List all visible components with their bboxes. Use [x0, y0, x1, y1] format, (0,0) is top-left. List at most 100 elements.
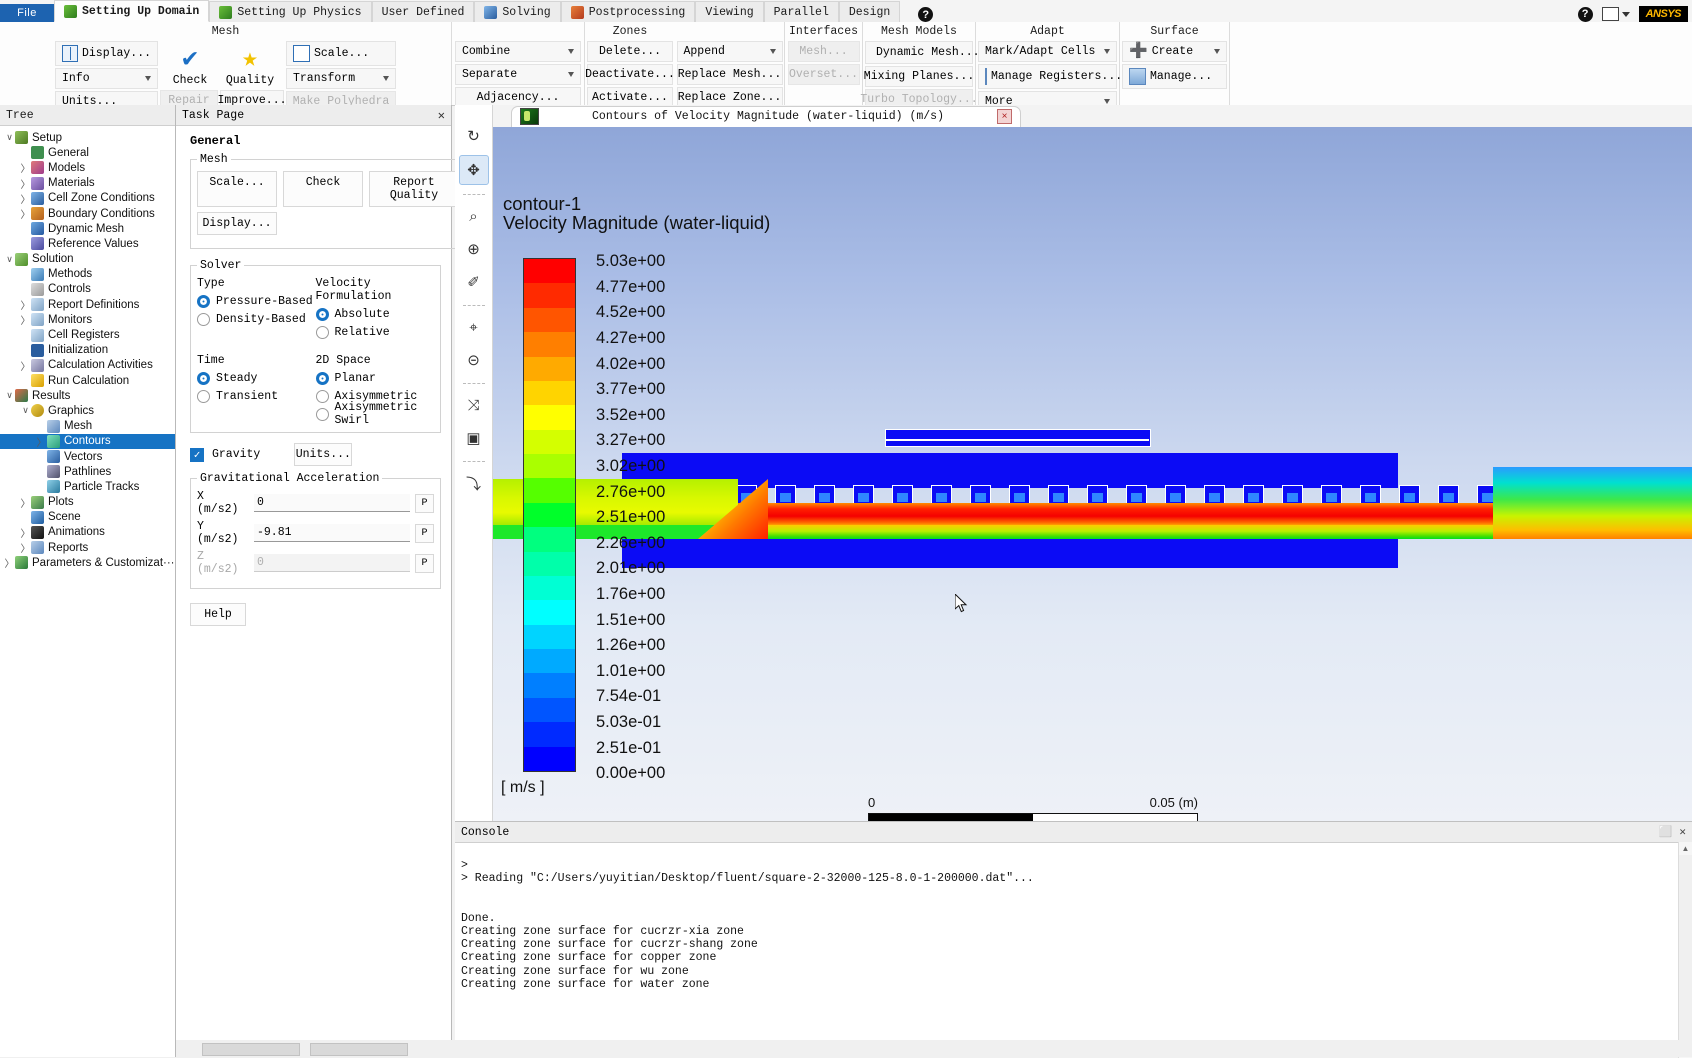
- chevron-down-icon[interactable]: [4, 254, 15, 265]
- check-button[interactable]: Check: [283, 171, 363, 207]
- chevron-down-icon[interactable]: [4, 132, 15, 143]
- tree-item-pathlines[interactable]: Pathlines: [0, 464, 175, 479]
- tree-item-particle-tracks[interactable]: Particle Tracks: [0, 479, 175, 494]
- tree-item-boundary-conditions[interactable]: Boundary Conditions: [0, 206, 175, 221]
- tree-item-contours[interactable]: Contours: [0, 433, 175, 449]
- chevron-right-icon[interactable]: [36, 434, 47, 449]
- mark-adapt-cells-button[interactable]: Mark/Adapt Cells: [978, 41, 1117, 62]
- tree-item-cell-registers[interactable]: Cell Registers: [0, 327, 175, 342]
- probe-icon[interactable]: ✐: [460, 268, 488, 296]
- tab-user-defined[interactable]: User Defined: [371, 1, 475, 22]
- gravity-y-parameter-button[interactable]: P: [415, 523, 434, 543]
- tree-item-scene[interactable]: Scene: [0, 510, 175, 525]
- radio-transient[interactable]: Transient: [197, 388, 316, 404]
- tree-item-plots[interactable]: Plots: [0, 495, 175, 510]
- zoom-fit-icon[interactable]: ⌕: [460, 202, 488, 230]
- radio-steady[interactable]: Steady: [197, 370, 316, 386]
- camera-icon[interactable]: ▣: [460, 424, 488, 452]
- tree-item-run-calculation[interactable]: Run Calculation: [0, 373, 175, 388]
- mesh-display-button[interactable]: Display...: [55, 41, 158, 66]
- mesh-check-button[interactable]: ✔ Check: [159, 40, 221, 88]
- gravity-z-parameter-button[interactable]: P: [415, 553, 434, 573]
- zones-separate-button[interactable]: Separate: [455, 64, 581, 85]
- display-button[interactable]: Display...: [197, 212, 277, 235]
- chevron-right-icon[interactable]: [20, 540, 31, 555]
- undock-icon[interactable]: ⬜: [1659, 825, 1673, 839]
- chevron-right-icon[interactable]: [20, 206, 31, 221]
- graphics-tab[interactable]: Contours of Velocity Magnitude (water-li…: [511, 105, 1021, 127]
- tab-parallel[interactable]: Parallel: [763, 1, 839, 22]
- question-mark-icon[interactable]: ?: [1577, 6, 1593, 22]
- tab-solving[interactable]: Solving: [474, 1, 561, 22]
- tree-item-vectors[interactable]: Vectors: [0, 449, 175, 464]
- contour-canvas[interactable]: contour-1 Velocity Magnitude (water-liqu…: [493, 127, 1692, 821]
- chevron-down-icon[interactable]: [4, 390, 15, 401]
- chevron-down-icon[interactable]: [20, 405, 31, 416]
- tree-item-reference-values[interactable]: Reference Values: [0, 236, 175, 251]
- tree-item-general[interactable]: General: [0, 145, 175, 160]
- chevron-right-icon[interactable]: [20, 312, 31, 327]
- chevron-right-icon[interactable]: [20, 176, 31, 191]
- surface-create-button[interactable]: ➕ Create: [1122, 41, 1227, 62]
- tree-item-report-definitions[interactable]: Report Definitions: [0, 297, 175, 312]
- zones-deactivate-button[interactable]: Deactivate...: [585, 64, 675, 85]
- mesh-scale-button[interactable]: Scale...: [286, 41, 396, 66]
- radio-pressure-based[interactable]: Pressure-Based: [197, 293, 316, 309]
- close-icon[interactable]: ✕: [1679, 825, 1686, 839]
- mesh-transform-button[interactable]: Transform: [286, 68, 396, 89]
- tree-item-initialization[interactable]: Initialization: [0, 343, 175, 358]
- tree-item-monitors[interactable]: Monitors: [0, 312, 175, 327]
- scroll-track[interactable]: [1679, 855, 1692, 1045]
- zoom-region-icon[interactable]: ⌖: [460, 313, 488, 341]
- gravity-x-parameter-button[interactable]: P: [415, 493, 434, 513]
- tree-item-results[interactable]: Results: [0, 388, 175, 403]
- radio-relative[interactable]: Relative: [315, 324, 435, 340]
- close-icon[interactable]: ×: [997, 109, 1012, 124]
- axes-icon[interactable]: ⤵: [460, 469, 488, 497]
- zones-delete-button[interactable]: Delete...: [587, 41, 673, 62]
- chevron-right-icon[interactable]: [20, 191, 31, 206]
- units-button[interactable]: Units...: [294, 443, 353, 466]
- tree-item-calculation-activities[interactable]: Calculation Activities: [0, 358, 175, 373]
- help-button[interactable]: Help: [190, 603, 246, 626]
- tab-viewing[interactable]: Viewing: [695, 1, 764, 22]
- surface-manage-button[interactable]: Manage...: [1122, 64, 1227, 89]
- chevron-right-icon[interactable]: [20, 525, 31, 540]
- tree-item-animations[interactable]: Animations: [0, 525, 175, 540]
- radio-density-based[interactable]: Density-Based: [197, 311, 316, 327]
- console-output[interactable]: > > Reading "C:/Users/yuyitian/Desktop/fl…: [455, 843, 1692, 991]
- radio-axisymmetric-swirl[interactable]: Axisymmetric Swirl: [315, 401, 435, 427]
- chevron-right-icon[interactable]: [20, 358, 31, 373]
- pan-move-icon[interactable]: ✥: [458, 155, 489, 185]
- chevron-right-icon[interactable]: [20, 160, 31, 175]
- tree-item-reports[interactable]: Reports: [0, 540, 175, 555]
- tree-item-parameters-customizat[interactable]: Parameters & Customizat···: [0, 555, 175, 570]
- file-menu-button[interactable]: File: [0, 4, 54, 22]
- tree-item-mesh[interactable]: Mesh: [0, 419, 175, 434]
- zones-combine-button[interactable]: Combine: [455, 41, 581, 62]
- radio-planar[interactable]: Planar: [315, 370, 435, 386]
- help-icon[interactable]: ?: [918, 7, 934, 22]
- chevron-right-icon[interactable]: [20, 297, 31, 312]
- scale-button[interactable]: Scale...: [197, 171, 277, 207]
- scroll-up-icon[interactable]: ▲: [1679, 842, 1692, 855]
- tree-item-setup[interactable]: Setup: [0, 130, 175, 145]
- mesh-info-button[interactable]: Info: [55, 68, 158, 89]
- tree-item-solution[interactable]: Solution: [0, 252, 175, 267]
- tab-setting-up-physics[interactable]: Setting Up Physics: [209, 1, 372, 22]
- console-scrollbar[interactable]: ▲ ▼: [1678, 842, 1692, 1058]
- zoom-out-icon[interactable]: ⊝: [460, 346, 488, 374]
- tab-postprocessing[interactable]: Postprocessing: [560, 1, 696, 22]
- tree-item-graphics[interactable]: Graphics: [0, 403, 175, 418]
- zoom-in-icon[interactable]: ⊕: [460, 235, 488, 263]
- tree-item-models[interactable]: Models: [0, 160, 175, 175]
- radio-absolute[interactable]: Absolute: [315, 306, 435, 322]
- tree-item-methods[interactable]: Methods: [0, 267, 175, 282]
- tree-item-controls[interactable]: Controls: [0, 282, 175, 297]
- zones-replace-mesh-button[interactable]: Replace Mesh...: [676, 64, 783, 85]
- dynamic-mesh-button[interactable]: Dynamic Mesh...: [865, 41, 980, 64]
- layout-selector[interactable]: [1601, 7, 1630, 21]
- zones-append-button[interactable]: Append: [676, 41, 783, 62]
- tab-design[interactable]: Design: [838, 1, 901, 22]
- chevron-right-icon[interactable]: [20, 495, 31, 510]
